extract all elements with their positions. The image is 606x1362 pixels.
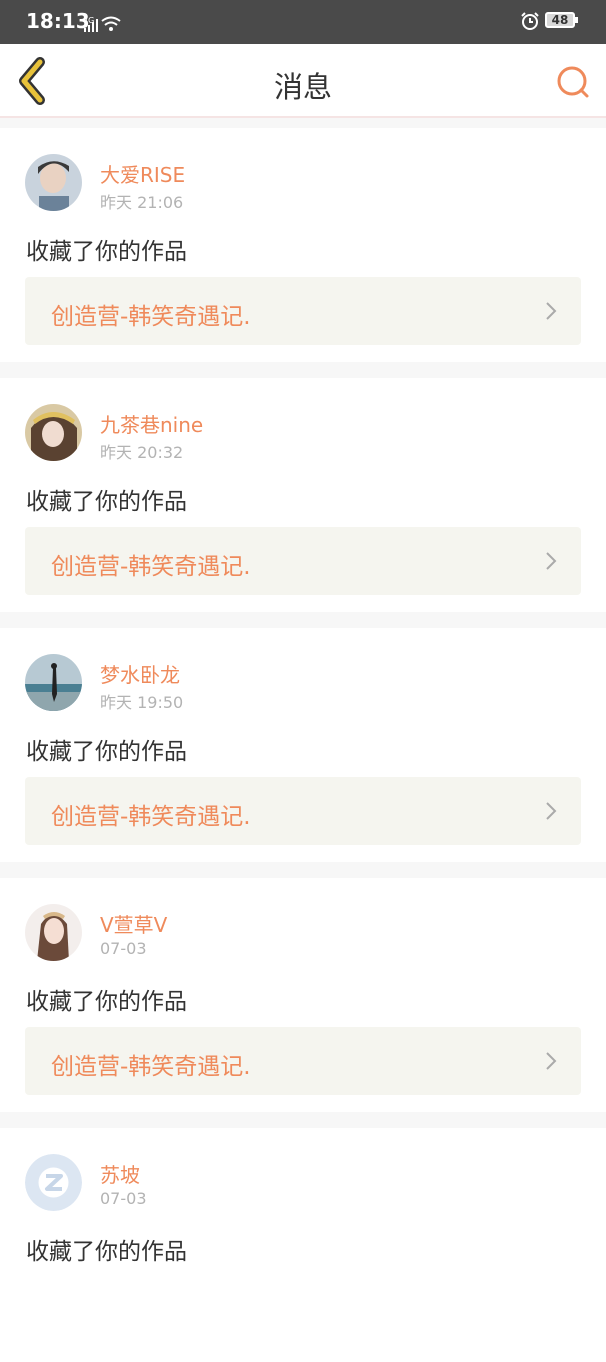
message-time: 07-03 [100,939,147,958]
username[interactable]: V萱草V [100,909,167,938]
work-link[interactable]: 创造营-韩笑奇遇记. [25,277,581,345]
page-title: 消息 [273,70,332,104]
search-button[interactable] [553,62,593,102]
work-link[interactable]: 创造营-韩笑奇遇记. [25,777,581,845]
message-time: 昨天 20:32 [100,443,184,462]
user-avatar[interactable] [25,154,82,211]
action-text: 收藏了你的作品 [26,739,187,765]
message-card: 苏坡 07-03 收藏了你的作品 [0,1128,606,1362]
status-bar: 18:13 4G 48 [0,0,606,44]
action-text: 收藏了你的作品 [26,1239,187,1265]
work-title: 创造营-韩笑奇遇记. [51,804,251,830]
work-link[interactable]: 创造营-韩笑奇遇记. [25,527,581,595]
message-time: 昨天 21:06 [100,193,184,212]
message-time: 07-03 [100,1189,147,1208]
user-avatar[interactable] [25,904,82,961]
user-avatar[interactable] [25,654,82,711]
message-card: 大爱RISE 昨天 21:06 收藏了你的作品 创造营-韩笑奇遇记. [0,128,606,362]
work-title: 创造营-韩笑奇遇记. [51,304,251,330]
username[interactable]: 梦水卧龙 [100,659,180,688]
message-list: 大爱RISE 昨天 21:06 收藏了你的作品 创造营-韩笑奇遇记. 九茶巷ni… [0,118,606,1362]
chevron-right-icon [546,552,557,570]
action-text: 收藏了你的作品 [26,239,187,265]
work-title: 创造营-韩笑奇遇记. [51,554,251,580]
signal-icon: 4G [83,16,125,40]
alarm-icon [520,11,540,35]
chevron-right-icon [546,802,557,820]
message-card: 九茶巷nine 昨天 20:32 收藏了你的作品 创造营-韩笑奇遇记. [0,378,606,612]
user-avatar[interactable] [25,404,82,461]
action-text: 收藏了你的作品 [26,989,187,1015]
username[interactable]: 苏坡 [100,1159,140,1188]
work-link[interactable]: 创造营-韩笑奇遇记. [25,1027,581,1095]
action-text: 收藏了你的作品 [26,489,187,515]
battery-indicator: 48 [545,12,578,28]
work-title: 创造营-韩笑奇遇记. [51,1054,251,1080]
default-avatar-icon[interactable] [25,1154,82,1211]
status-time: 18:13 [26,9,90,33]
username[interactable]: 大爱RISE [100,159,185,188]
message-card: V萱草V 07-03 收藏了你的作品 创造营-韩笑奇遇记. [0,878,606,1112]
chevron-right-icon [546,302,557,320]
nav-bar: 消息 [0,44,606,118]
chevron-right-icon [546,1052,557,1070]
username[interactable]: 九茶巷nine [100,409,203,438]
search-icon [557,66,589,98]
message-time: 昨天 19:50 [100,693,184,712]
message-card: 梦水卧龙 昨天 19:50 收藏了你的作品 创造营-韩笑奇遇记. [0,628,606,862]
